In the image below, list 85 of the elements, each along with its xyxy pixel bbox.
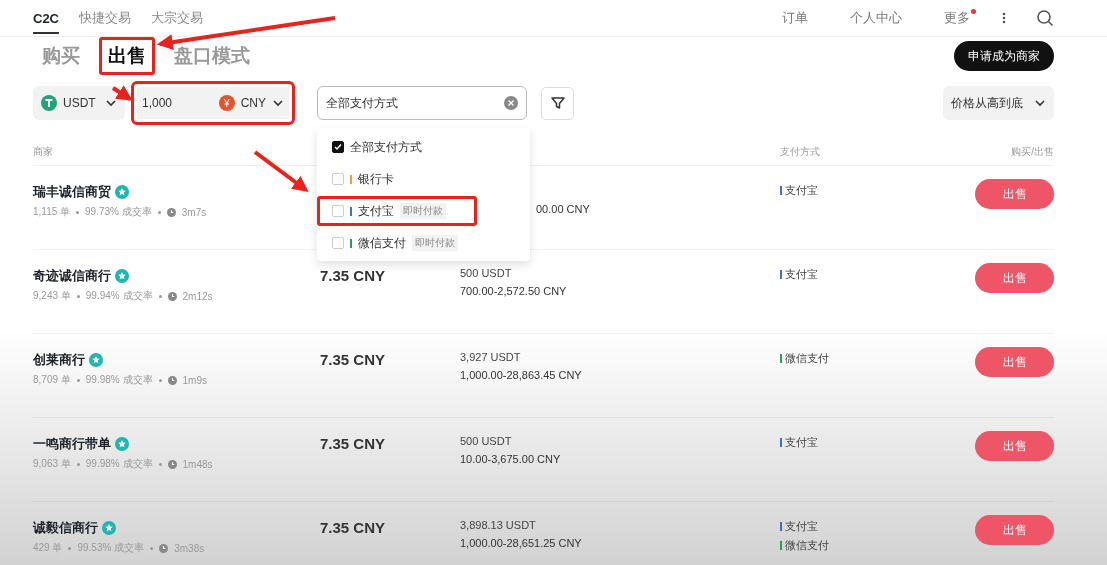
price: 7.35 CNY [320, 267, 387, 284]
nav-link[interactable]: 个人中心 [850, 1, 902, 35]
tab[interactable]: 出售 [99, 37, 155, 75]
merchant-name[interactable]: 瑞丰诚信商贸 [33, 183, 111, 201]
available-amount: 3,927 USDT [460, 351, 522, 363]
clock-icon [167, 375, 177, 385]
clock-icon [159, 543, 169, 553]
payment-method: 支付宝 [785, 435, 818, 450]
merchant-name[interactable]: 创莱商行 [33, 351, 85, 369]
nav-link[interactable]: 大宗交易 [151, 1, 203, 35]
available-amount: 500 USDT [460, 435, 513, 447]
chevron-down-icon [105, 97, 117, 109]
payment-value: 全部支付方式 [326, 94, 398, 112]
price: 7.35 CNY [320, 351, 387, 368]
clock-icon [167, 459, 177, 469]
available-amount: 500 USDT [460, 267, 513, 279]
order-limit: 1,000.00-28,651.25 CNY [460, 537, 583, 549]
completion-rate: 99.98% 成交率 [85, 457, 153, 471]
order-limit: 10.00-3,675.00 CNY [460, 453, 562, 465]
checkbox[interactable] [332, 141, 344, 153]
merchant-name[interactable]: 奇迹诚信商行 [33, 267, 111, 285]
payment-method: 微信支付 [785, 538, 829, 553]
payment-select[interactable]: 全部支付方式 [317, 86, 527, 120]
clock-icon [166, 207, 176, 217]
payment-option[interactable]: 银行卡 [317, 164, 477, 194]
price: 7.35 CNY [320, 519, 387, 536]
yuan-coin-icon: ¥ [218, 95, 235, 111]
order-limit: 00.00 CNY [536, 203, 591, 215]
filter-icon [549, 95, 566, 111]
release-time: 1m9s [182, 374, 207, 386]
release-time: 1m48s [182, 458, 213, 470]
notification-dot [971, 9, 976, 14]
tether-coin-icon [41, 95, 57, 111]
order-limit: 700.00-2,572.50 CNY [460, 285, 568, 297]
amount-value: 1,000 [142, 96, 174, 110]
completion-rate: 99.94% 成交率 [85, 289, 153, 303]
chevron-down-icon [1034, 97, 1046, 109]
nav-link[interactable]: C2C [33, 2, 59, 34]
chevron-down-icon [272, 97, 284, 109]
column-header: 购买/出售 [1011, 145, 1054, 159]
coin-label: USDT [63, 96, 97, 110]
verified-badge-icon [89, 353, 103, 367]
sort-label: 价格从高到底 [951, 94, 1023, 112]
apply-merchant-button[interactable]: 申请成为商家 [954, 41, 1054, 71]
order-count: 9,063 单 [33, 457, 71, 471]
completion-rate: 99.98% 成交率 [85, 373, 153, 387]
order-count: 8,709 单 [33, 373, 71, 387]
currency-label: CNY [240, 96, 266, 110]
instant-pay-tag: 即时付款 [412, 235, 458, 251]
payment-option[interactable]: 微信支付 即时付款 [317, 228, 477, 258]
completion-rate: 99.73% 成交率 [85, 205, 152, 219]
available-amount: 3,898.13 USDT [460, 519, 537, 531]
release-time: 3m38s [174, 542, 205, 554]
payment-option[interactable]: 支付宝 即时付款 [317, 196, 477, 226]
payment-method: 微信支付 [785, 351, 829, 366]
order-count: 1,115 单 [33, 205, 71, 219]
payment-method: 支付宝 [785, 183, 818, 198]
nav-link[interactable]: 订单 [782, 1, 808, 35]
more-icon [1002, 11, 1006, 25]
nav-link[interactable]: 更多 [944, 1, 976, 35]
order-limit: 1,000.00-28,863.45 CNY [460, 369, 583, 381]
column-header: 商家 [33, 146, 53, 157]
verified-badge-icon [102, 521, 116, 535]
clear-icon [504, 96, 518, 110]
merchant-name[interactable]: 诚毅信商行 [33, 519, 98, 537]
search-icon[interactable] [1036, 9, 1054, 27]
verified-badge-icon [115, 269, 129, 283]
verified-badge-icon [115, 185, 129, 199]
merchant-name[interactable]: 一鸣商行带单 [33, 435, 111, 453]
amount-field[interactable]: 1,000 ¥ CNY [131, 81, 295, 125]
instant-pay-tag: 即时付款 [400, 203, 446, 219]
price: 7.35 CNY [320, 435, 387, 452]
payment-method: 支付宝 [785, 267, 818, 282]
coin-select[interactable]: USDT [33, 86, 125, 120]
column-header: 支付方式 [780, 146, 820, 157]
release-time: 3m7s [181, 206, 207, 218]
nav-link[interactable]: 快捷交易 [79, 1, 131, 35]
verified-badge-icon [115, 437, 129, 451]
payment-option[interactable]: 全部支付方式 [317, 132, 477, 162]
clock-icon [167, 291, 177, 301]
filter-button[interactable] [541, 86, 574, 120]
release-time: 2m12s [182, 290, 213, 302]
order-count: 9,243 单 [33, 289, 71, 303]
payment-method: 支付宝 [785, 519, 818, 534]
sort-select[interactable]: 价格从高到底 [943, 86, 1054, 120]
